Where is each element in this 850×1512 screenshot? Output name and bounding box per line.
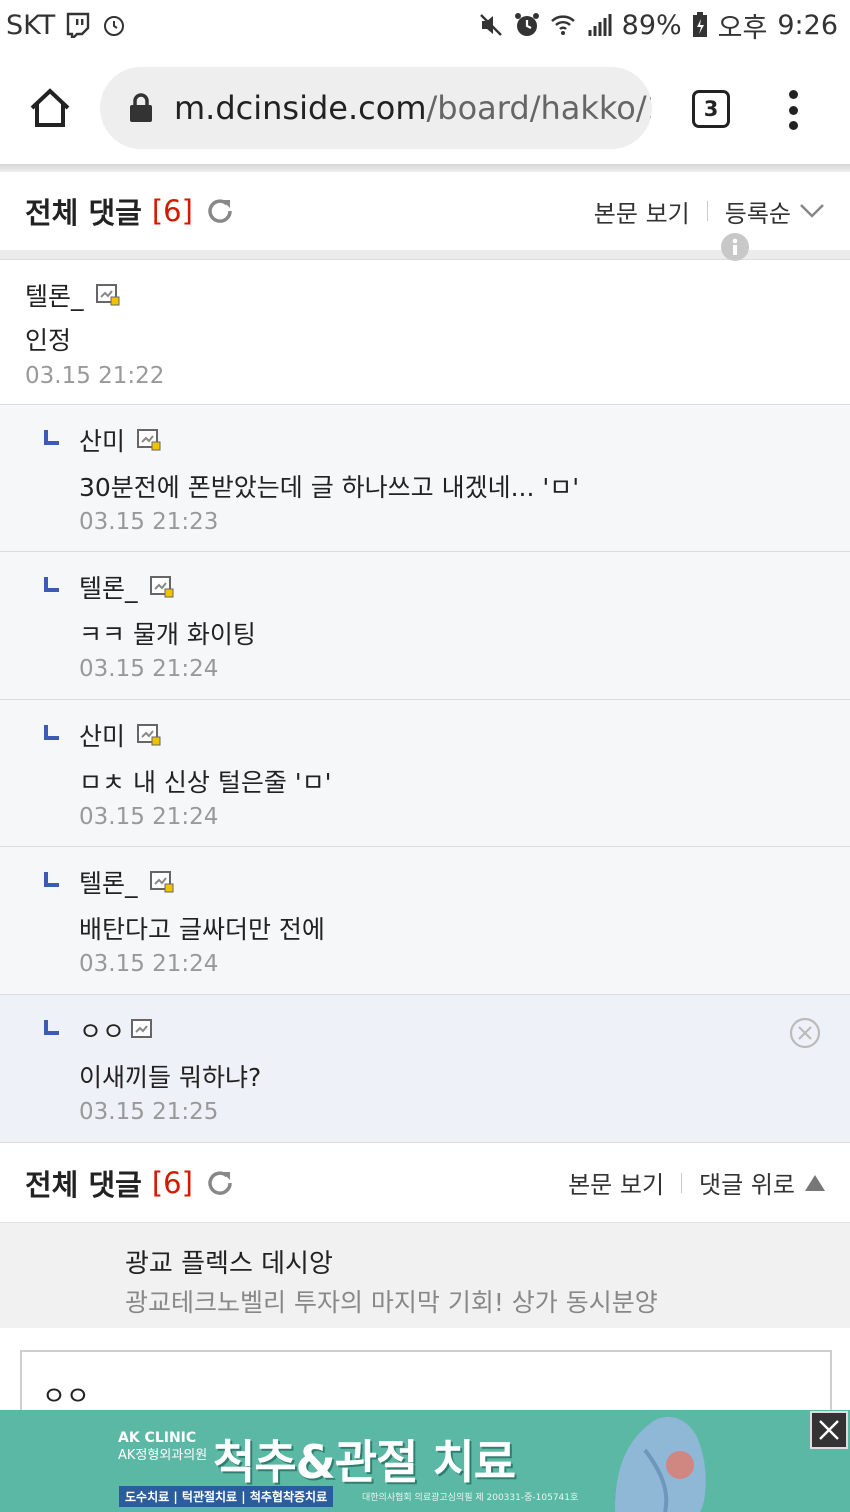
carrier-label: SKT	[6, 9, 56, 41]
author-name: 텔론_	[79, 574, 138, 603]
sort-dropdown[interactable]: 등록순	[725, 194, 791, 229]
gallery-member-icon	[95, 284, 120, 306]
ad-description[interactable]: 광교테크노벨리 투자의 마지막 기회! 상가 동시분양	[125, 1283, 658, 1319]
home-icon[interactable]	[28, 88, 72, 128]
refresh-icon[interactable]	[205, 196, 235, 226]
comment-author[interactable]: 텔론_	[79, 569, 174, 605]
view-post-link[interactable]: 본문 보기	[594, 194, 690, 229]
mute-icon	[479, 14, 502, 36]
signal-icon	[588, 14, 612, 36]
guest-icon	[131, 1019, 153, 1038]
caret-up-icon[interactable]	[805, 1174, 825, 1191]
clinic-name-en: AK CLINIC	[118, 1430, 197, 1446]
comment-date: 03.15 21:24	[79, 951, 219, 977]
reply-item: 산미 30분전에 폰받았는데 글 하나쓰고 내겠네... 'ㅁ' 03.15 2…	[0, 404, 850, 552]
refresh-icon[interactable]	[205, 1168, 235, 1198]
ad-title[interactable]: 광교 플렉스 데시앙	[125, 1243, 333, 1280]
comment-author[interactable]: 산미	[79, 717, 161, 753]
battery-percent: 89%	[621, 9, 682, 41]
comment-text: 이새끼들 뭐하냐?	[79, 1063, 262, 1092]
comment-header-title: 전체 댓글	[25, 1167, 142, 1202]
gallery-member-icon	[137, 429, 161, 451]
reply-arrow-icon	[44, 872, 59, 887]
status-time: 9:26	[777, 9, 838, 41]
status-bar: SKT 89% 오후 9:26	[0, 0, 850, 50]
address-bar[interactable]: m.dcinside.com/board/hakko/1	[100, 67, 652, 149]
author-name: 텔론_	[79, 869, 138, 898]
time-ampm: 오후	[717, 12, 768, 44]
comment-author[interactable]: 산미	[79, 422, 161, 458]
reply-arrow-icon	[44, 577, 59, 592]
banner-ad[interactable]: AK CLINIC AK정형외과의원 척추&관절 치료 도수치료 | 턱관절치료…	[0, 1410, 850, 1512]
comment-date: 03.15 21:22	[25, 363, 165, 389]
author-name: ㅇㅇ	[79, 1017, 126, 1046]
ad-info-icon[interactable]	[721, 233, 749, 261]
divider	[706, 201, 708, 221]
wifi-icon	[550, 15, 575, 35]
author-name: 텔론_	[25, 282, 84, 311]
comment-date: 03.15 21:24	[79, 804, 219, 830]
url-text: m.dcinside.com/board/hakko/1	[174, 89, 652, 127]
url-domain: m.dcinside.com	[174, 89, 427, 127]
url-path: /board/hakko/1	[426, 89, 653, 127]
gallery-member-icon	[137, 724, 161, 746]
reply-item: 텔론_ 배탄다고 글싸더만 전에 03.15 21:24	[0, 846, 850, 994]
comment-input-value: ㅇㅇ	[42, 1382, 90, 1412]
comment-date: 03.15 21:25	[79, 1099, 219, 1125]
view-post-link[interactable]: 본문 보기	[568, 1165, 664, 1200]
comment-author[interactable]: 텔론_	[25, 277, 120, 313]
author-name: 산미	[79, 722, 126, 751]
close-icon[interactable]	[812, 1413, 846, 1447]
comment-date: 03.15 21:24	[79, 656, 219, 682]
clinic-name-ko: AK정형외과의원	[118, 1448, 208, 1463]
reply-arrow-icon	[44, 430, 59, 445]
comment-header-title: 전체 댓글	[25, 196, 142, 230]
banner-headline: 척추&관절 치료	[213, 1435, 516, 1489]
close-ad-button[interactable]	[810, 1411, 848, 1449]
gallery-member-icon	[149, 871, 174, 893]
comment-author[interactable]: 텔론_	[79, 864, 174, 900]
comment-item: 텔론_ 인정 03.15 21:22	[0, 259, 850, 405]
person-illustration	[615, 1416, 706, 1512]
chevron-down-icon[interactable]	[799, 203, 825, 219]
text-ad[interactable]: 광교 플렉스 데시앙 광교테크노벨리 투자의 마지막 기회! 상가 동시분양	[0, 1222, 850, 1328]
reply-item: 산미 ㅁㅊ 내 신상 털은줄 'ㅁ' 03.15 21:24	[0, 699, 850, 847]
clinic-logo: AK CLINIC AK정형외과의원	[118, 1430, 207, 1464]
author-name: 산미	[79, 427, 126, 456]
browser-toolbar: m.dcinside.com/board/hakko/1 3	[0, 50, 850, 166]
alarm-icon	[514, 13, 539, 36]
scroll-to-comments-top[interactable]: 댓글 위로	[699, 1165, 795, 1200]
comment-text: ㅋㅋ 물개 화이팅	[79, 620, 256, 649]
comment-text: ㅁㅊ 내 신상 털은줄 'ㅁ'	[79, 768, 332, 797]
comment-text: 인정	[25, 326, 72, 355]
tab-count: 3	[703, 97, 719, 121]
tab-switcher-button[interactable]: 3	[692, 90, 730, 128]
comment-author[interactable]: ㅇㅇ	[79, 1012, 155, 1048]
divider	[681, 1172, 683, 1193]
comment-text: 배탄다고 글싸더만 전에	[79, 915, 325, 944]
gallery-member-icon	[149, 576, 174, 598]
comment-date: 03.15 21:23	[79, 509, 219, 535]
more-menu-icon[interactable]	[788, 90, 798, 130]
reply-arrow-icon	[44, 725, 59, 740]
alarm-clock-icon	[104, 16, 125, 36]
reply-arrow-icon	[44, 1020, 59, 1035]
reply-item: ㅇㅇ 이새끼들 뭐하냐? 03.15 21:25	[0, 994, 850, 1142]
comment-text: 30분전에 폰받았는데 글 하나쓰고 내겠네... 'ㅁ'	[79, 473, 580, 502]
delete-comment-icon[interactable]	[789, 1017, 821, 1049]
comment-count: [6]	[151, 194, 193, 228]
comment-count: [6]	[151, 1165, 193, 1200]
banner-tags: 도수치료 | 턱관절치료 | 척추협착증치료	[119, 1486, 334, 1507]
banner-fine-print: 대한의사협회 의료광고심의필 제 200331-중-105741호	[362, 1493, 579, 1503]
reply-item: 텔론_ ㅋㅋ 물개 화이팅 03.15 21:24	[0, 551, 850, 699]
battery-icon	[692, 12, 707, 37]
lock-icon	[130, 93, 152, 122]
comment-header-bottom: 전체 댓글 [6] 본문 보기 댓글 위로	[0, 1142, 850, 1222]
twitch-icon	[67, 12, 90, 38]
